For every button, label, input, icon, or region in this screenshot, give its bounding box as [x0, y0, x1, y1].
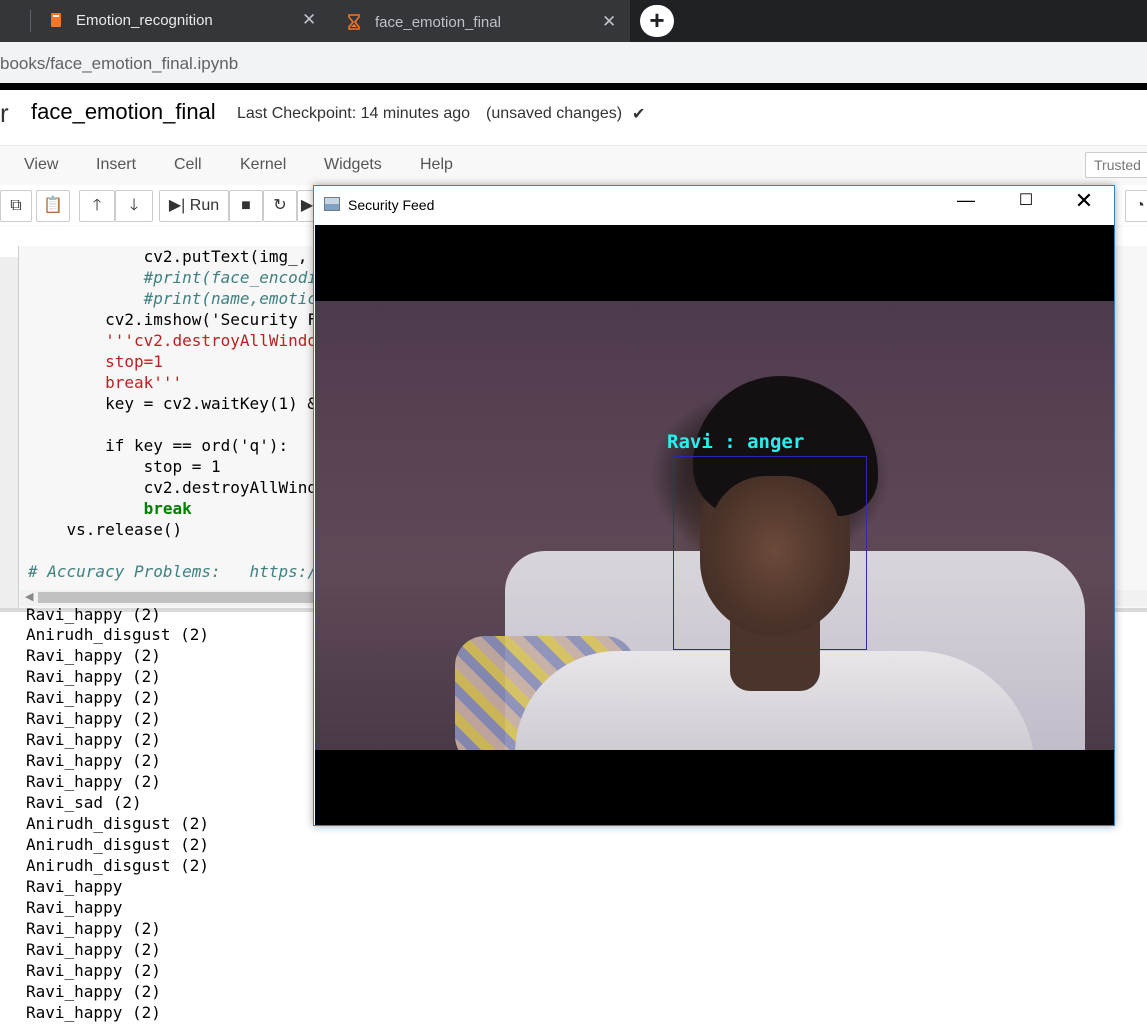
- hourglass-icon: [346, 14, 362, 30]
- output-line: Ravi_happy (2): [26, 730, 161, 749]
- paste-button[interactable]: 📋: [36, 190, 70, 222]
- tab-label: Emotion_recognition: [76, 12, 213, 29]
- move-up-button[interactable]: 🡑: [79, 190, 115, 222]
- notebook-header: r face_emotion_final Last Checkpoint: 14…: [0, 90, 1147, 145]
- code-line: stop = 1: [143, 457, 221, 476]
- output-line: Ravi_happy (2): [26, 961, 161, 980]
- close-window-button[interactable]: ✕: [1070, 188, 1098, 218]
- arrow-down-icon: 🡓: [129, 197, 139, 214]
- code-line: stop=1: [105, 352, 163, 371]
- notebook-name[interactable]: face_emotion_final: [31, 99, 216, 125]
- url-text[interactable]: books/face_emotion_final.ipynb: [0, 54, 238, 74]
- output-line: Anirudh_disgust (2): [26, 835, 210, 854]
- code-line: break''': [105, 373, 183, 392]
- close-tab-icon[interactable]: ✕: [302, 10, 316, 30]
- output-line: Ravi_happy (2): [26, 982, 161, 1001]
- output-line: Ravi_happy (2): [26, 940, 161, 959]
- refresh-icon: ↻: [273, 197, 287, 214]
- output-line: Ravi_happy (2): [26, 751, 161, 770]
- close-tab-icon[interactable]: ✕: [602, 12, 616, 32]
- save-status: (unsaved changes): [486, 105, 623, 122]
- window-titlebar[interactable]: Security Feed — ☐ ✕: [314, 186, 1114, 224]
- scroll-left-icon[interactable]: ◀: [25, 590, 33, 603]
- code-line: cv2.imshow('Security F: [105, 310, 317, 329]
- interrupt-button[interactable]: ■: [229, 190, 263, 222]
- trusted-indicator[interactable]: Trusted: [1085, 152, 1147, 178]
- menu-bar: View Insert Cell Kernel Widgets Help Tru…: [0, 145, 1147, 187]
- step-forward-icon: ▶︎|: [168, 197, 186, 214]
- output-line: Ravi_happy (2): [26, 772, 161, 791]
- copy-button[interactable]: ⧉: [0, 190, 32, 222]
- run-button[interactable]: ▶︎| Run: [159, 190, 229, 222]
- output-line: Ravi_happy (2): [26, 646, 161, 665]
- output-line: Anirudh_disgust (2): [26, 856, 210, 875]
- run-label: Run: [189, 197, 220, 214]
- tab-label: face_emotion_final: [375, 14, 501, 31]
- github-button[interactable]: ◔: [1125, 190, 1147, 222]
- arrow-up-icon: 🡑: [92, 197, 102, 214]
- output-line: Ravi_sad (2): [26, 793, 142, 812]
- window-app-icon: [324, 197, 340, 211]
- code-line: key = cv2.waitKey(1) &: [105, 394, 317, 413]
- output-line: Ravi_happy (2): [26, 919, 161, 938]
- output-line: Ravi_happy (2): [26, 688, 161, 707]
- code-line: cv2.destroyAllWind: [143, 478, 317, 497]
- video-feed: Ravi : anger: [315, 225, 1114, 825]
- output-line: Anirudh_disgust (2): [26, 814, 210, 833]
- github-icon: ◔: [1135, 197, 1145, 214]
- checkpoint-status: Last Checkpoint: 14 minutes ago: [237, 105, 471, 122]
- menu-widgets[interactable]: Widgets: [324, 156, 382, 174]
- camera-frame: Ravi : anger: [315, 301, 1114, 750]
- menu-help[interactable]: Help: [420, 156, 453, 174]
- maximize-button[interactable]: ☐: [1012, 190, 1040, 220]
- code-line: vs.release(): [66, 520, 183, 539]
- restart-button[interactable]: ↻: [263, 190, 297, 222]
- code-line: #print(name,emotic: [143, 289, 317, 308]
- menu-kernel[interactable]: Kernel: [240, 156, 286, 174]
- checkmark-icon: ✔: [632, 106, 646, 123]
- output-line: Ravi_happy (2): [26, 667, 161, 686]
- code-line: if key == ord('q'):: [105, 436, 289, 455]
- output-line: Ravi_happy: [26, 898, 123, 917]
- output-line: Anirudh_disgust (2): [26, 625, 210, 644]
- browser-tab-face-emotion-final[interactable]: face_emotion_final ✕: [330, 0, 630, 42]
- new-tab-button[interactable]: +: [640, 5, 674, 37]
- output-line: Ravi_happy: [26, 877, 123, 896]
- move-down-button[interactable]: 🡓: [115, 190, 153, 222]
- paste-icon: 📋: [43, 197, 63, 214]
- face-detection-box: [673, 456, 867, 650]
- output-line: Ravi_happy (2): [26, 709, 161, 728]
- face-emotion-label: Ravi : anger: [667, 431, 805, 453]
- notebook-icon: [48, 12, 64, 28]
- code-line: cv2.putText(img_,: [143, 247, 308, 266]
- security-feed-window[interactable]: Security Feed — ☐ ✕ Ravi : anger: [313, 185, 1115, 826]
- window-title: Security Feed: [348, 197, 435, 213]
- menu-cell[interactable]: Cell: [174, 156, 202, 174]
- menu-insert[interactable]: Insert: [96, 156, 136, 174]
- code-line: #print(face_encodi: [143, 268, 317, 287]
- divider: [0, 83, 1147, 90]
- minimize-button[interactable]: —: [952, 190, 980, 220]
- output-line: Ravi_happy (2): [26, 1003, 161, 1022]
- browser-tab-strip: Emotion_recognition ✕ face_emotion_final…: [0, 0, 1147, 42]
- scrollbar-thumb[interactable]: [38, 592, 318, 603]
- stop-icon: ■: [241, 197, 251, 214]
- jupyter-logo[interactable]: r: [0, 98, 9, 129]
- copy-icon: ⧉: [10, 197, 22, 214]
- tab-separator: [30, 10, 31, 32]
- code-line: break: [143, 499, 192, 518]
- fast-forward-icon: ▶: [300, 197, 314, 214]
- address-bar[interactable]: books/face_emotion_final.ipynb: [0, 42, 1147, 84]
- menu-view[interactable]: View: [24, 156, 58, 174]
- code-line: # Accuracy Problems: https:/: [28, 562, 317, 581]
- output-line: Ravi_happy (2): [26, 605, 161, 624]
- code-line: '''cv2.destroyAllWindo: [105, 331, 317, 350]
- browser-tab-emotion-recognition[interactable]: Emotion_recognition ✕: [0, 0, 330, 42]
